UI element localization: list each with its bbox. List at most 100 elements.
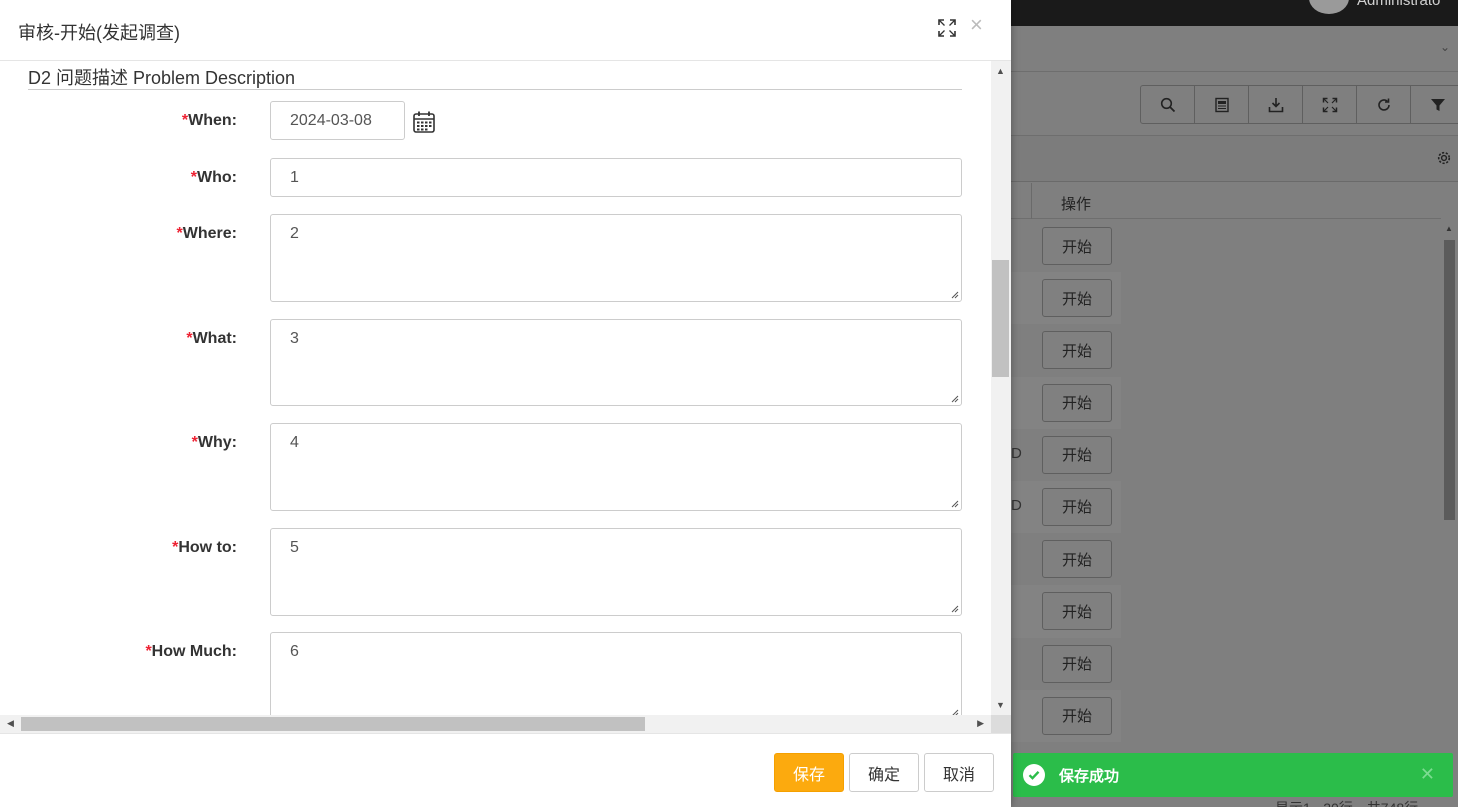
table-row: 开始 (1011, 220, 1121, 272)
user-name[interactable]: Administrato (1357, 0, 1440, 9)
table-row: 开始 (1011, 689, 1121, 742)
export-button[interactable] (1249, 86, 1303, 123)
who-input[interactable]: 1 (270, 158, 962, 197)
where-value: 2 (290, 225, 299, 242)
start-button[interactable]: 开始 (1042, 487, 1112, 526)
table-row: 开始 (1011, 376, 1121, 429)
scroll-up-arrow-icon[interactable]: ▲ (996, 66, 1005, 76)
start-button[interactable]: 开始 (1042, 227, 1112, 265)
how-much-label-text: How Much: (151, 643, 237, 660)
download-icon (1268, 97, 1283, 112)
start-button[interactable]: 开始 (1042, 592, 1112, 631)
table-row: 开始 (1011, 324, 1121, 376)
resize-grip-icon[interactable] (950, 394, 959, 403)
scrollbar-corner (991, 715, 1011, 733)
why-value: 4 (290, 434, 299, 451)
where-label: *Where: (0, 225, 237, 243)
start-button[interactable]: 开始 (1042, 644, 1112, 683)
what-textarea[interactable]: 3 (270, 319, 962, 406)
how-much-value: 6 (290, 643, 299, 660)
dialog-vertical-scrollbar[interactable]: ▲ ▼ (991, 61, 1011, 715)
scrollbar-thumb[interactable] (1444, 240, 1455, 520)
why-textarea[interactable]: 4 (270, 423, 962, 511)
table-row: D 开始 (1011, 480, 1121, 534)
refresh-icon (1377, 98, 1390, 111)
what-label: *What: (0, 330, 237, 348)
start-button[interactable]: 开始 (1042, 696, 1112, 735)
confirm-button[interactable]: 确定 (849, 753, 919, 792)
scroll-left-arrow-icon[interactable]: ◀ (7, 718, 14, 729)
toolbar-button-group (1140, 85, 1458, 124)
table-header: 操作 (1011, 183, 1441, 219)
cell-text: D (1011, 496, 1022, 514)
audit-start-dialog: 审核-开始(发起调查) × D2 问题描述 Problem Descriptio… (0, 0, 1011, 807)
check-circle-icon (1023, 764, 1045, 786)
save-button[interactable]: 保存 (774, 753, 844, 792)
where-label-text: Where: (182, 225, 237, 242)
cell-text: D (1011, 444, 1022, 462)
fullscreen-button[interactable] (1303, 86, 1357, 123)
search-button[interactable] (1141, 86, 1195, 123)
scrollbar-thumb[interactable] (992, 260, 1009, 377)
gear-icon[interactable] (1436, 150, 1452, 166)
column-divider (1031, 183, 1032, 219)
start-button[interactable]: 开始 (1042, 435, 1112, 474)
start-button[interactable]: 开始 (1042, 540, 1112, 579)
pagination-info: 显示1 - 20行，共748行 (1275, 798, 1418, 807)
start-button[interactable]: 开始 (1042, 383, 1112, 422)
dialog-header: 审核-开始(发起调查) × (0, 0, 1011, 61)
dialog-title: 审核-开始(发起调查) (18, 23, 180, 43)
search-icon (1160, 97, 1175, 112)
how-to-label: *How to: (0, 539, 237, 557)
scroll-down-arrow-icon[interactable]: ▼ (996, 700, 1005, 710)
how-to-textarea[interactable]: 5 (270, 528, 962, 616)
column-header-actions: 操作 (1061, 196, 1092, 213)
cancel-button[interactable]: 取消 (924, 753, 994, 792)
what-value: 3 (290, 330, 299, 347)
start-button[interactable]: 开始 (1042, 331, 1112, 370)
table-body: 开始 开始 开始 开始 D 开始 D 开始 开始 开始 开始 开始 (1011, 220, 1121, 742)
who-label: *Who: (0, 169, 237, 187)
when-label: *When: (0, 112, 237, 130)
why-label-text: Why: (197, 434, 237, 451)
resize-grip-icon[interactable] (950, 708, 959, 715)
filter-button[interactable] (1411, 86, 1458, 123)
table-scrollbar[interactable]: ▲ (1441, 220, 1458, 760)
calendar-icon[interactable] (412, 110, 436, 134)
toast-message: 保存成功 (1059, 767, 1120, 785)
filter-icon (1431, 98, 1445, 111)
resize-grip-icon[interactable] (950, 499, 959, 508)
maximize-icon[interactable] (937, 18, 957, 38)
table-row: D 开始 (1011, 429, 1121, 481)
document-icon (1214, 97, 1229, 112)
resize-grip-icon[interactable] (950, 290, 959, 299)
close-icon[interactable]: × (970, 14, 983, 36)
how-to-label-text: How to: (178, 539, 237, 556)
scrollbar-thumb[interactable] (21, 717, 645, 731)
who-label-text: Who: (197, 169, 237, 186)
table-row: 开始 (1011, 272, 1121, 325)
section-title: D2 问题描述 Problem Description (28, 68, 296, 88)
why-label: *Why: (0, 434, 237, 452)
when-date-input[interactable]: 2024-03-08 (270, 101, 405, 140)
resize-grip-icon[interactable] (950, 604, 959, 613)
scroll-up-arrow-icon[interactable]: ▲ (1445, 224, 1453, 233)
close-icon[interactable]: ✕ (1420, 764, 1435, 785)
where-textarea[interactable]: 2 (270, 214, 962, 302)
print-button[interactable] (1195, 86, 1249, 123)
dialog-footer: 保存 确定 取消 (0, 733, 1011, 807)
scroll-right-arrow-icon[interactable]: ▶ (977, 718, 984, 729)
start-button[interactable]: 开始 (1042, 279, 1112, 318)
success-toast: 保存成功 ✕ (1013, 753, 1453, 797)
chevron-down-icon[interactable]: ⌄ (1440, 40, 1450, 54)
table-row: 开始 (1011, 638, 1121, 690)
expand-icon (1322, 97, 1337, 112)
table-row: 开始 (1011, 533, 1121, 585)
when-label-text: When: (188, 112, 237, 129)
how-to-value: 5 (290, 539, 299, 556)
user-avatar[interactable] (1309, 0, 1349, 14)
what-label-text: What: (192, 330, 237, 347)
dialog-horizontal-scrollbar[interactable]: ◀ ▶ (0, 715, 991, 733)
how-much-textarea[interactable]: 6 (270, 632, 962, 715)
refresh-button[interactable] (1357, 86, 1411, 123)
